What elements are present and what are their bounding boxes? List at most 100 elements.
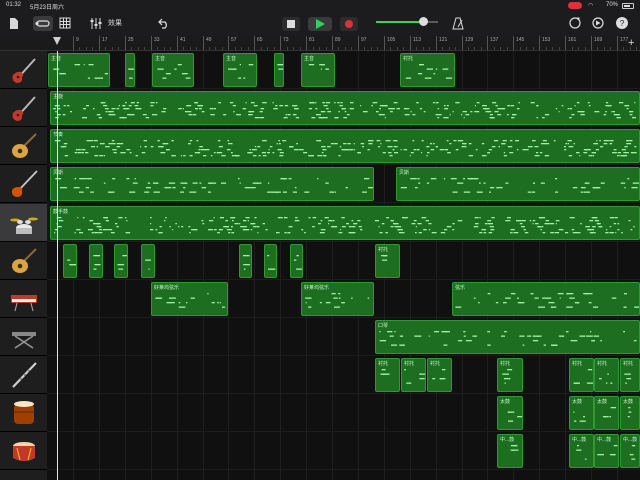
- midi-notes: [629, 445, 636, 460]
- midi-notes: [293, 255, 302, 270]
- midi-region[interactable]: 中...鼓: [497, 434, 523, 468]
- midi-region[interactable]: [141, 244, 155, 278]
- track-header-keyboard[interactable]: [0, 280, 47, 318]
- tracks-view-icon[interactable]: [59, 17, 71, 29]
- track-header-acoustic-guitar[interactable]: [0, 242, 47, 280]
- ruler-bar-number: 161: [565, 36, 576, 50]
- midi-region[interactable]: 好莱坞弦乐: [151, 282, 228, 316]
- stop-button[interactable]: [282, 17, 300, 31]
- midi-region[interactable]: 鼓手鼓: [50, 206, 640, 240]
- loop-browser-icon[interactable]: [33, 16, 53, 31]
- midi-notes: [576, 445, 587, 460]
- track-header-bass[interactable]: [0, 165, 47, 203]
- midi-notes: [54, 140, 637, 157]
- midi-region[interactable]: 衬托: [400, 53, 455, 87]
- drum-kit-icon: [10, 217, 38, 234]
- record-button[interactable]: [340, 17, 358, 31]
- track-header-electric-guitar[interactable]: [0, 89, 47, 127]
- track-header-electric-guitar[interactable]: [0, 51, 47, 89]
- midi-region[interactable]: 衬托: [569, 358, 594, 392]
- track-lane[interactable]: [47, 51, 640, 89]
- midi-notes: [267, 255, 276, 270]
- midi-region[interactable]: 中...鼓: [569, 434, 594, 468]
- ruler-minor-tick: [300, 47, 301, 50]
- midi-region[interactable]: 太鼓: [569, 396, 594, 430]
- midi-region[interactable]: 主音: [152, 53, 194, 87]
- master-volume-knob[interactable]: [419, 17, 428, 26]
- ruler-minor-tick: [183, 47, 184, 50]
- track-lane[interactable]: [47, 432, 640, 470]
- midi-notes: [243, 255, 250, 270]
- settings-icon[interactable]: [591, 16, 605, 30]
- mixer-icon[interactable]: [89, 17, 103, 30]
- midi-region[interactable]: 口琴: [375, 320, 640, 354]
- midi-region[interactable]: 主旋: [50, 91, 640, 125]
- track-header-red-drum[interactable]: [0, 432, 47, 470]
- status-bar: 01:32 5月23日周六 ◠ 70%: [0, 0, 640, 12]
- midi-region[interactable]: 衬托: [427, 358, 452, 392]
- ruler-bar-number: 9: [73, 36, 79, 50]
- midi-region[interactable]: 太鼓: [497, 396, 523, 430]
- track-lane[interactable]: [47, 356, 640, 394]
- midi-region[interactable]: [63, 244, 77, 278]
- svg-text:?: ?: [620, 19, 625, 28]
- midi-notes: [380, 369, 390, 375]
- midi-notes: [597, 445, 618, 456]
- ruler-minor-tick: [209, 47, 210, 50]
- track-header-drum-kit[interactable]: [0, 204, 47, 242]
- track-header-flute[interactable]: [0, 356, 47, 394]
- midi-region[interactable]: [89, 244, 103, 278]
- midi-region[interactable]: 太鼓: [620, 396, 640, 430]
- loop-icon[interactable]: [568, 16, 582, 30]
- midi-region[interactable]: 弦乐: [452, 282, 640, 316]
- timeline-ruler[interactable]: 9 17 25 33 41 49 57 65 73 81 89 97 105 113 121 129 137 14…: [0, 36, 640, 51]
- midi-region[interactable]: 衬托: [620, 358, 640, 392]
- ruler-minor-tick: [474, 47, 475, 50]
- help-icon[interactable]: ?: [615, 16, 629, 30]
- playhead-handle[interactable]: [53, 37, 61, 45]
- track-header-taiko-drum[interactable]: [0, 394, 47, 432]
- ruler-minor-tick: [351, 47, 352, 50]
- midi-region[interactable]: 贝斯: [396, 167, 640, 201]
- midi-region[interactable]: 贝斯: [50, 167, 374, 201]
- midi-region[interactable]: 主音: [301, 53, 335, 87]
- midi-region[interactable]: 节奏: [50, 129, 640, 163]
- midi-region[interactable]: [239, 244, 252, 278]
- midi-notes: [305, 293, 370, 308]
- midi-region[interactable]: 中...鼓: [594, 434, 619, 468]
- metronome-icon[interactable]: [452, 17, 464, 30]
- midi-region[interactable]: 衬托: [401, 358, 426, 392]
- midi-region[interactable]: 衬托: [375, 358, 400, 392]
- fx-button[interactable]: 效果: [108, 17, 122, 31]
- midi-region[interactable]: 中...鼓: [620, 434, 640, 468]
- status-date: 5月23日周六: [30, 5, 65, 11]
- midi-notes: [228, 64, 254, 79]
- midi-notes: [627, 407, 632, 418]
- midi-region[interactable]: [290, 244, 303, 278]
- ruler-minor-tick: [500, 47, 501, 50]
- midi-notes: [602, 407, 616, 418]
- acoustic-guitar-icon: [12, 248, 37, 273]
- track-lanes[interactable]: 主音 主音 主音 主音 衬托 主旋 节奏 贝斯 贝斯 鼓手鼓 衬托 好莱坞弦乐 好莱坞弦乐 弦乐 口琴 衬托衬…: [47, 51, 640, 480]
- add-section-button[interactable]: +: [628, 38, 634, 49]
- midi-region[interactable]: [125, 53, 135, 87]
- play-button[interactable]: [308, 17, 332, 31]
- midi-region[interactable]: 衬托: [375, 244, 400, 278]
- midi-region[interactable]: 好莱坞弦乐: [301, 282, 374, 316]
- midi-region[interactable]: 太鼓: [594, 396, 619, 430]
- midi-region[interactable]: 衬托: [497, 358, 523, 392]
- track-lane[interactable]: [47, 394, 640, 432]
- document-icon[interactable]: [9, 17, 19, 30]
- track-lane[interactable]: [47, 242, 640, 280]
- track-header-keyboard-stand[interactable]: [0, 318, 47, 356]
- track-header-acoustic-guitar[interactable]: [0, 127, 47, 165]
- midi-region[interactable]: 主音: [223, 53, 257, 87]
- undo-icon[interactable]: [158, 17, 170, 29]
- ruler-minor-tick: [86, 47, 87, 50]
- ruler-minor-tick: [79, 47, 80, 50]
- midi-region[interactable]: [274, 53, 284, 87]
- electric-guitar-icon: [12, 58, 36, 83]
- midi-region[interactable]: [264, 244, 277, 278]
- midi-region[interactable]: [114, 244, 128, 278]
- midi-region[interactable]: 衬托: [594, 358, 619, 392]
